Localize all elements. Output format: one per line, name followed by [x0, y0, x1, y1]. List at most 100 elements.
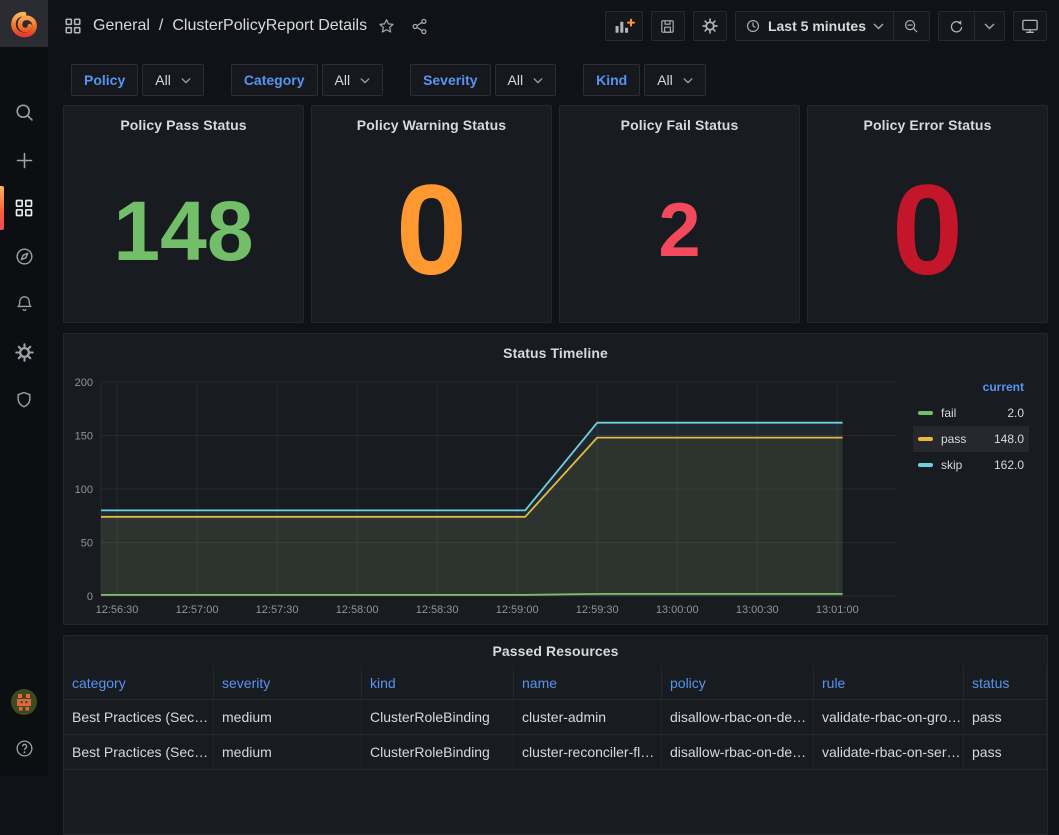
legend-item-pass[interactable]: pass 148.0 — [913, 426, 1029, 452]
save-dashboard-button[interactable] — [651, 11, 685, 41]
panel-passed-resources: Passed Resources category severity kind … — [63, 635, 1048, 835]
chevron-down-icon — [360, 78, 370, 84]
panel-status-timeline: 05010015020012:56:3012:57:0012:57:3012:5… — [63, 333, 1048, 625]
time-range-label: Last 5 minutes — [768, 18, 866, 34]
variable-value-dropdown[interactable]: All — [142, 64, 204, 96]
panel-title[interactable]: Status Timeline — [64, 338, 1047, 368]
table-cell: Best Practices (Sec… — [64, 700, 214, 734]
sidebar-item-create[interactable] — [0, 136, 48, 184]
variable-value-dropdown[interactable]: All — [322, 64, 384, 96]
svg-text:200: 200 — [75, 377, 93, 389]
shield-icon — [14, 390, 34, 410]
column-header-status[interactable]: status — [964, 666, 1047, 699]
sidebar-item-profile[interactable] — [0, 678, 48, 725]
gear-icon — [701, 17, 719, 35]
legend-item-skip[interactable]: skip 162.0 — [913, 452, 1029, 478]
sidebar-item-search[interactable] — [0, 88, 48, 136]
column-header-rule[interactable]: rule — [814, 666, 964, 699]
column-header-severity[interactable]: severity — [214, 666, 362, 699]
series-name: skip — [941, 458, 962, 472]
variable-policy: Policy All — [71, 64, 204, 96]
refresh-interval-dropdown[interactable] — [974, 12, 1004, 40]
table-cell: ClusterRoleBinding — [362, 700, 514, 734]
column-header-name[interactable]: name — [514, 666, 662, 699]
svg-text:12:56:30: 12:56:30 — [96, 604, 139, 616]
variable-value-dropdown[interactable]: All — [644, 64, 706, 96]
column-header-policy[interactable]: policy — [662, 666, 814, 699]
active-indicator — [0, 186, 4, 230]
legend-column-header[interactable]: current — [913, 378, 1029, 400]
breadcrumb-folder[interactable]: General — [93, 17, 150, 35]
dashboard-title: ClusterPolicyReport Details — [172, 17, 367, 35]
variable-value: All — [508, 72, 524, 88]
variable-value-dropdown[interactable]: All — [495, 64, 557, 96]
apps-icon — [64, 17, 82, 35]
series-name: pass — [941, 432, 966, 446]
zoom-out-time-button[interactable] — [893, 12, 929, 40]
table-cell: Best Practices (Sec… — [64, 735, 214, 769]
question-circle-icon — [14, 738, 35, 759]
table-body: Best Practices (Sec…mediumClusterRoleBin… — [64, 699, 1047, 803]
svg-text:12:57:00: 12:57:00 — [176, 604, 219, 616]
sidebar-item-configuration[interactable] — [0, 328, 48, 376]
gear-icon — [14, 342, 35, 363]
refresh-icon — [948, 18, 965, 35]
add-panel-button[interactable] — [605, 11, 643, 41]
sidebar-item-server-admin[interactable] — [0, 376, 48, 424]
star-dashboard-button[interactable] — [373, 13, 400, 40]
table-header-row: category severity kind name policy rule … — [64, 666, 1047, 699]
time-range-picker[interactable]: Last 5 minutes — [736, 12, 893, 40]
table-cell: pass — [964, 735, 1047, 769]
table-cell: ClusterRoleBinding — [362, 735, 514, 769]
legend-item-fail[interactable]: fail 2.0 — [913, 400, 1029, 426]
chevron-down-icon — [181, 78, 191, 84]
bell-icon — [14, 294, 35, 315]
column-header-category[interactable]: category — [64, 666, 214, 699]
panel-title[interactable]: Policy Pass Status — [64, 110, 303, 140]
grafana-logo-icon — [9, 9, 39, 39]
panel-title[interactable]: Policy Error Status — [808, 110, 1047, 140]
svg-text:13:00:00: 13:00:00 — [656, 604, 699, 616]
variable-severity: Severity All — [410, 64, 556, 96]
table-cell: medium — [214, 700, 362, 734]
table-row: Best Practices (Sec…mediumClusterRoleBin… — [64, 734, 1047, 769]
cycle-view-mode-button[interactable] — [1013, 11, 1047, 41]
column-header-kind[interactable]: kind — [362, 666, 514, 699]
panel-policy-error-status: Policy Error Status 0 — [807, 105, 1048, 323]
variable-value: All — [657, 72, 673, 88]
sidebar — [0, 0, 48, 776]
variable-label: Severity — [410, 64, 490, 96]
time-controls: Last 5 minutes — [735, 11, 930, 41]
chevron-down-icon — [984, 23, 995, 30]
panel-title[interactable]: Passed Resources — [64, 636, 1047, 666]
chevron-down-icon — [533, 78, 543, 84]
chevron-down-icon — [873, 23, 884, 30]
stat-value: 2 — [658, 193, 700, 269]
svg-text:100: 100 — [75, 484, 93, 496]
template-variables-row: Policy All Category All Severity All Kin… — [63, 52, 1048, 105]
dashboard-settings-button[interactable] — [693, 11, 727, 41]
search-icon — [14, 102, 35, 123]
share-icon — [410, 17, 429, 36]
series-color-swatch — [918, 437, 933, 441]
sidebar-item-dashboards[interactable] — [0, 184, 48, 232]
table-cell: disallow-rbac-on-de… — [662, 735, 814, 769]
panel-title[interactable]: Policy Fail Status — [560, 110, 799, 140]
breadcrumb: General / ClusterPolicyReport Details — [64, 17, 367, 35]
compass-icon — [14, 246, 35, 267]
variable-category: Category All — [231, 64, 383, 96]
sidebar-item-alerting[interactable] — [0, 280, 48, 328]
grafana-logo-button[interactable] — [0, 0, 48, 47]
series-color-swatch — [918, 463, 933, 467]
sidebar-item-help[interactable] — [0, 725, 48, 772]
variable-value: All — [335, 72, 351, 88]
refresh-button[interactable] — [939, 12, 974, 40]
series-current-value: 148.0 — [994, 432, 1024, 446]
refresh-controls — [938, 11, 1005, 41]
table-cell: pass — [964, 700, 1047, 734]
share-dashboard-button[interactable] — [406, 13, 433, 40]
series-current-value: 162.0 — [994, 458, 1024, 472]
sidebar-item-explore[interactable] — [0, 232, 48, 280]
svg-text:13:00:30: 13:00:30 — [736, 604, 779, 616]
panel-title[interactable]: Policy Warning Status — [312, 110, 551, 140]
